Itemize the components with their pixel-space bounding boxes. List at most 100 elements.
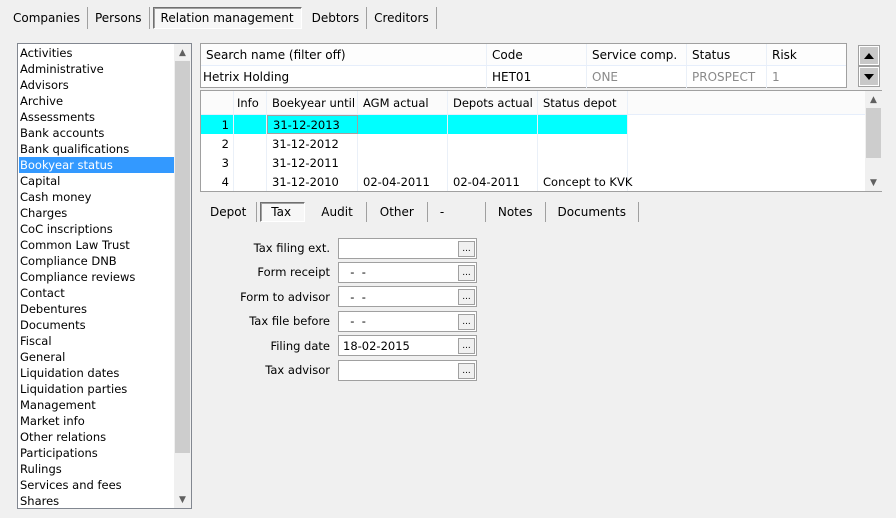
tab-companies[interactable]: Companies <box>6 7 88 29</box>
sidebar-item-other-relations[interactable]: Other relations <box>19 429 174 445</box>
sidebar-item-market-info[interactable]: Market info <box>19 413 174 429</box>
sidebar-item-documents[interactable]: Documents <box>19 317 174 333</box>
boekyear-until-cell[interactable]: 31-12-2013 <box>267 115 358 134</box>
form-to-advisor-field[interactable]: - -... <box>338 286 477 308</box>
tab-depot[interactable]: Depot <box>200 202 258 222</box>
agm-actual-cell[interactable]: 02-04-2011 <box>358 172 448 191</box>
tab-dash[interactable]: - <box>428 202 486 222</box>
col-search-name[interactable]: Search name (filter off) <box>201 44 487 65</box>
sidebar-item-activities[interactable]: Activities <box>19 45 174 61</box>
tab-audit[interactable]: Audit <box>308 202 367 222</box>
service-comp-value[interactable]: ONE <box>587 66 687 88</box>
tax-advisor-picker-button[interactable]: ... <box>458 362 475 379</box>
tax-file-before-picker-button[interactable]: ... <box>458 313 475 330</box>
agm-actual-cell[interactable] <box>358 153 448 172</box>
agm-actual-cell[interactable] <box>358 134 448 153</box>
bookyear-row[interactable]: 4 31-12-2010 02-04-2011 02-04-2011 Concept t… <box>201 172 882 191</box>
sidebar-item-charges[interactable]: Charges <box>19 205 174 221</box>
tab-relation-management[interactable]: Relation management <box>152 7 302 29</box>
sidebar-item-bank-qualifications[interactable]: Bank qualifications <box>19 141 174 157</box>
tab-notes[interactable]: Notes <box>486 202 546 222</box>
scroll-down-icon[interactable]: ▼ <box>174 491 191 508</box>
scrollbar-thumb[interactable] <box>866 108 881 158</box>
info-cell[interactable] <box>234 153 267 172</box>
form-to-advisor-picker-button[interactable]: ... <box>458 289 475 306</box>
sidebar-item-common-law-trust[interactable]: Common Law Trust <box>19 237 174 253</box>
sidebar-item-bank-accounts[interactable]: Bank accounts <box>19 125 174 141</box>
status-value[interactable]: PROSPECT <box>687 66 767 88</box>
bookyear-row[interactable]: 3 31-12-2011 <box>201 153 882 172</box>
depots-actual-cell[interactable] <box>448 134 538 153</box>
tab-other[interactable]: Other <box>367 202 428 222</box>
col-info[interactable]: Info <box>234 91 267 114</box>
info-cell[interactable] <box>234 172 267 191</box>
tab-debtors[interactable]: Debtors <box>305 7 368 29</box>
category-list[interactable]: Activities Administrative Advisors Archive A… <box>17 43 192 509</box>
sidebar-item-fiscal[interactable]: Fiscal <box>19 333 174 349</box>
col-code[interactable]: Code <box>487 44 587 65</box>
tax-advisor-field[interactable]: ... <box>338 359 477 381</box>
sidebar-item-services-and-fees[interactable]: Services and fees <box>19 477 174 493</box>
tab-persons[interactable]: Persons <box>88 7 150 29</box>
bookyear-row[interactable]: 1 31-12-2013 <box>201 115 882 134</box>
header-grid-row[interactable]: Hetrix Holding HET01 ONE PROSPECT 1 <box>201 66 846 88</box>
tax-filing-ext-field[interactable]: ... <box>338 237 477 259</box>
scroll-up-icon[interactable]: ▲ <box>865 91 882 108</box>
col-boekyear-until[interactable]: Boekyear until <box>267 91 358 114</box>
status-depot-cell[interactable] <box>538 153 628 172</box>
sidebar-item-advisors[interactable]: Advisors <box>19 77 174 93</box>
sidebar-item-participations[interactable]: Participations <box>19 445 174 461</box>
filing-date-picker-button[interactable]: ... <box>458 338 475 355</box>
sidebar-item-coc-inscriptions[interactable]: CoC inscriptions <box>19 221 174 237</box>
status-depot-cell[interactable] <box>538 134 628 153</box>
col-service-comp[interactable]: Service comp. <box>587 44 687 65</box>
bookyear-row[interactable]: 2 31-12-2012 <box>201 134 882 153</box>
sidebar-item-administrative[interactable]: Administrative <box>19 61 174 77</box>
boekyear-until-cell[interactable]: 31-12-2010 <box>267 172 358 191</box>
filing-date-field[interactable]: 18-02-2015... <box>338 335 477 357</box>
previous-record-button[interactable] <box>858 45 880 66</box>
sidebar-item-compliance-reviews[interactable]: Compliance reviews <box>19 269 174 285</box>
status-depot-cell[interactable]: Concept to KVK <box>538 172 632 191</box>
bookyear-grid-scrollbar[interactable]: ▲ ▼ <box>865 91 882 191</box>
sidebar-item-contact[interactable]: Contact <box>19 285 174 301</box>
category-list-scrollbar[interactable]: ▲ ▼ <box>174 44 191 508</box>
scrollbar-thumb[interactable] <box>175 61 190 453</box>
tax-filing-ext-picker-button[interactable]: ... <box>458 240 475 257</box>
sidebar-item-shares[interactable]: Shares <box>19 493 174 509</box>
scroll-up-icon[interactable]: ▲ <box>174 44 191 61</box>
agm-actual-cell[interactable] <box>358 115 448 134</box>
col-status-depot[interactable]: Status depot <box>538 91 628 114</box>
col-status[interactable]: Status <box>687 44 767 65</box>
code-value[interactable]: HET01 <box>487 66 587 88</box>
sidebar-item-bookyear-status[interactable]: Bookyear status <box>19 157 174 173</box>
form-receipt-field[interactable]: - -... <box>338 261 477 283</box>
sidebar-item-rulings[interactable]: Rulings <box>19 461 174 477</box>
sidebar-item-archive[interactable]: Archive <box>19 93 174 109</box>
depots-actual-cell[interactable] <box>448 153 538 172</box>
form-receipt-picker-button[interactable]: ... <box>458 264 475 281</box>
tax-file-before-field[interactable]: - -... <box>338 310 477 332</box>
depots-actual-cell[interactable]: 02-04-2011 <box>448 172 538 191</box>
sidebar-item-capital[interactable]: Capital <box>19 173 174 189</box>
sidebar-item-liquidation-parties[interactable]: Liquidation parties <box>19 381 174 397</box>
tab-tax[interactable]: Tax <box>260 202 306 222</box>
col-depots-actual[interactable]: Depots actual <box>448 91 538 114</box>
sidebar-item-debentures[interactable]: Debentures <box>19 301 174 317</box>
search-name-value[interactable]: Hetrix Holding <box>201 66 487 88</box>
risk-value[interactable]: 1 <box>767 66 846 88</box>
next-record-button[interactable] <box>858 66 880 87</box>
sidebar-item-general[interactable]: General <box>19 349 174 365</box>
sidebar-item-assessments[interactable]: Assessments <box>19 109 174 125</box>
sidebar-item-cash-money[interactable]: Cash money <box>19 189 174 205</box>
col-agm-actual[interactable]: AGM actual <box>358 91 448 114</box>
col-risk[interactable]: Risk <box>767 44 846 65</box>
sidebar-item-management[interactable]: Management <box>19 397 174 413</box>
boekyear-until-cell[interactable]: 31-12-2012 <box>267 134 358 153</box>
status-depot-cell[interactable] <box>538 115 628 134</box>
sidebar-item-liquidation-dates[interactable]: Liquidation dates <box>19 365 174 381</box>
tab-creditors[interactable]: Creditors <box>367 7 437 29</box>
info-cell[interactable] <box>234 115 267 134</box>
tab-documents[interactable]: Documents <box>546 202 639 222</box>
scroll-down-icon[interactable]: ▼ <box>865 174 882 191</box>
